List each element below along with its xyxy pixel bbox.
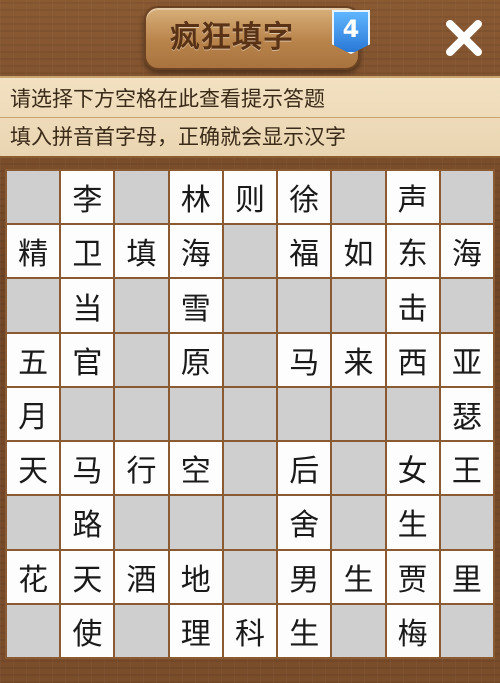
grid-cell-letter[interactable]: 福 (278, 225, 331, 278)
grid-cell-empty[interactable] (332, 442, 385, 495)
grid-cell-empty[interactable] (7, 604, 60, 657)
grid-cell-empty[interactable] (223, 333, 277, 386)
grid-cell-letter[interactable]: 海 (169, 225, 222, 278)
grid-cell-empty[interactable] (278, 387, 331, 441)
grid-cell-empty[interactable] (278, 279, 331, 332)
level-badge-icon: 4 (332, 10, 370, 54)
grid-cell-letter[interactable]: 瑟 (440, 387, 493, 441)
grid-cell-letter[interactable]: 梅 (386, 604, 439, 657)
grid-cell-empty[interactable] (332, 604, 385, 657)
grid-cell-letter[interactable]: 来 (332, 333, 385, 386)
grid-cell-letter[interactable]: 官 (61, 333, 114, 386)
grid-cell-letter[interactable]: 舍 (278, 496, 331, 549)
grid-cell-empty[interactable] (115, 171, 168, 224)
grid-cell-letter[interactable]: 声 (386, 171, 439, 224)
grid-cell-empty[interactable] (332, 387, 385, 441)
grid-cell-letter[interactable]: 击 (386, 279, 439, 332)
header: 疯狂填字 4 (0, 0, 500, 76)
grid-cell-letter[interactable]: 行 (115, 442, 168, 495)
title-plaque: 疯狂填字 4 (144, 6, 370, 70)
grid-cell-letter[interactable]: 花 (7, 550, 60, 603)
grid-cell-letter[interactable]: 海 (440, 225, 493, 278)
grid-cell-letter[interactable]: 天 (7, 442, 60, 495)
grid-cell-letter[interactable]: 生 (332, 550, 385, 603)
grid-cell-empty[interactable] (7, 279, 60, 332)
grid-cell-letter[interactable]: 月 (7, 387, 60, 441)
grid-cell-empty[interactable] (440, 279, 493, 332)
grid-cell-empty[interactable] (115, 333, 168, 386)
grid-cell-empty[interactable] (223, 442, 277, 495)
close-button[interactable] (438, 12, 490, 64)
grid-cell-letter[interactable]: 天 (61, 550, 114, 603)
grid-cell-empty[interactable] (332, 496, 385, 549)
grid-cell-letter[interactable]: 地 (169, 550, 222, 603)
grid-cell-empty[interactable] (223, 279, 277, 332)
game-title: 疯狂填字 (170, 20, 294, 55)
grid-cell-letter[interactable]: 当 (61, 279, 114, 332)
grid-cell-empty[interactable] (61, 387, 114, 441)
grid-cell-letter[interactable]: 理 (169, 604, 222, 657)
grid-cell-empty[interactable] (7, 171, 60, 224)
grid-cell-letter[interactable]: 使 (61, 604, 114, 657)
grid-cell-letter[interactable]: 如 (332, 225, 385, 278)
close-icon (446, 20, 482, 56)
hint-line-pinyin: 填入拼音首字母，正确就会显示汉字 (10, 125, 346, 149)
hint-line-select: 请选择下方空格在此查看提示答题 (10, 87, 325, 111)
grid-cell-letter[interactable]: 徐 (278, 171, 331, 224)
grid-cell-empty[interactable] (115, 279, 168, 332)
grid-cell-letter[interactable]: 五 (7, 333, 60, 386)
grid-cell-empty[interactable] (386, 387, 439, 441)
grid-cell-empty[interactable] (223, 387, 277, 441)
grid-cell-empty[interactable] (223, 496, 277, 549)
grid-cell-letter[interactable]: 西 (386, 333, 439, 386)
grid-cell-empty[interactable] (223, 550, 277, 603)
grid-cell-letter[interactable]: 填 (115, 225, 168, 278)
grid-cell-empty[interactable] (332, 171, 385, 224)
grid-cell-empty[interactable] (115, 604, 168, 657)
grid-cell-letter[interactable]: 路 (61, 496, 114, 549)
grid-cell-empty[interactable] (332, 279, 385, 332)
grid-cell-empty[interactable] (115, 387, 168, 441)
hint-panel: 请选择下方空格在此查看提示答题 填入拼音首字母，正确就会显示汉字 (0, 76, 500, 158)
grid-cell-letter[interactable]: 林 (169, 171, 222, 224)
grid-cell-letter[interactable]: 里 (440, 550, 493, 603)
grid-cell-letter[interactable]: 则 (223, 171, 277, 224)
grid-cell-letter[interactable]: 酒 (115, 550, 168, 603)
grid-cell-empty[interactable] (440, 496, 493, 549)
grid-cell-empty[interactable] (223, 225, 277, 278)
grid-cell-empty[interactable] (169, 387, 222, 441)
grid-cell-letter[interactable]: 马 (278, 333, 331, 386)
grid-cell-letter[interactable]: 王 (440, 442, 493, 495)
grid-cell-letter[interactable]: 生 (386, 496, 439, 549)
grid-cell-letter[interactable]: 男 (278, 550, 331, 603)
grid-cell-letter[interactable]: 原 (169, 333, 222, 386)
grid-cell-letter[interactable]: 亚 (440, 333, 493, 386)
grid-cell-letter[interactable]: 东 (386, 225, 439, 278)
grid-cell-letter[interactable]: 精 (7, 225, 60, 278)
grid-cell-letter[interactable]: 空 (169, 442, 222, 495)
grid-cell-letter[interactable]: 生 (278, 604, 331, 657)
grid-cell-empty[interactable] (440, 604, 493, 657)
bottom-wood-bar (0, 662, 500, 683)
grid-cell-letter[interactable]: 贾 (386, 550, 439, 603)
crossword-grid: 李林则徐声精卫填海福如东海当雪击五官原马来西亚月瑟天马行空后女王路舍生花天酒地男… (5, 169, 495, 659)
grid-cell-empty[interactable] (440, 171, 493, 224)
grid-cell-letter[interactable]: 后 (278, 442, 331, 495)
grid-cell-empty[interactable] (115, 496, 168, 549)
grid-cell-empty[interactable] (7, 496, 60, 549)
grid-cell-letter[interactable]: 卫 (61, 225, 114, 278)
grid-cell-letter[interactable]: 雪 (169, 279, 222, 332)
grid-cell-letter[interactable]: 马 (61, 442, 114, 495)
grid-cell-empty[interactable] (169, 496, 222, 549)
grid-cell-letter[interactable]: 科 (223, 604, 277, 657)
grid-cell-letter[interactable]: 女 (386, 442, 439, 495)
hint-divider (0, 117, 500, 118)
grid-cell-letter[interactable]: 李 (61, 171, 114, 224)
